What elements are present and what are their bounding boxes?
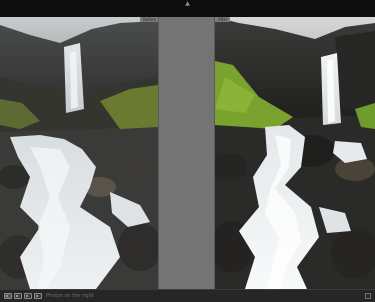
- before-tab-label: Before: [140, 17, 158, 22]
- toolbar-options-icon[interactable]: [365, 293, 371, 299]
- loupe-view-glyph: [16, 295, 18, 297]
- survey-view-glyph: [36, 295, 38, 297]
- top-panel-bar: ▲: [0, 0, 375, 17]
- before-photo-pane[interactable]: Before: [0, 17, 158, 289]
- before-photo: [0, 17, 158, 289]
- gutter-left-edge: [158, 17, 159, 289]
- survey-view-icon[interactable]: [34, 293, 42, 299]
- compare-view-icon[interactable]: [24, 293, 32, 299]
- after-tab-label: After: [215, 17, 230, 22]
- compare-stage: Before After: [0, 17, 375, 289]
- after-photo: [215, 17, 375, 289]
- bottom-toolbar: Photos on the right: [0, 289, 375, 302]
- compare-view-glyph: [26, 295, 28, 297]
- toolbar-caption: Photos on the right: [46, 293, 94, 299]
- compare-gutter: [158, 17, 215, 289]
- panel-disclosure-icon[interactable]: ▲: [183, 1, 192, 7]
- grid-view-icon[interactable]: [4, 293, 12, 299]
- loupe-view-icon[interactable]: [14, 293, 22, 299]
- grid-view-glyph: [6, 295, 8, 297]
- after-photo-pane[interactable]: After: [215, 17, 375, 289]
